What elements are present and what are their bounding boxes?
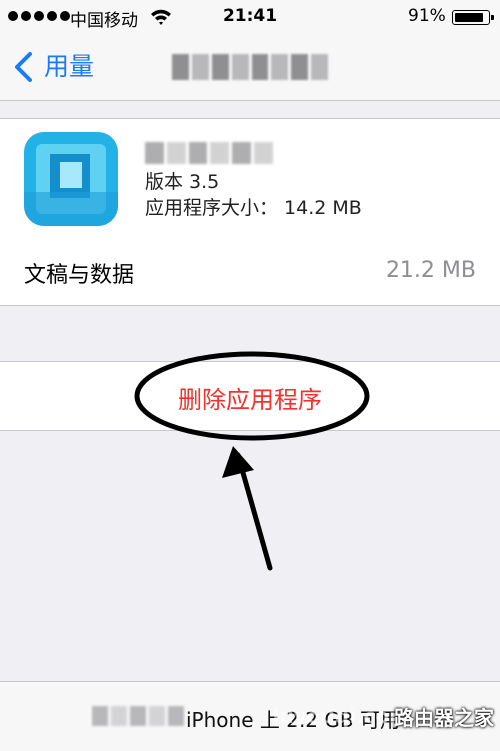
delete-app-label: 删除应用程序 [178,386,322,414]
app-name-redacted [145,142,273,164]
back-label: 用量 [44,52,95,81]
storage-footer: iPhone 上 2.2 GB 可用 luyouqi.com 路由器之家 [0,681,500,751]
battery-icon [452,10,494,25]
arrow-shaft [235,452,273,571]
app-size: 应用程序大小： 14.2 MB [145,197,362,219]
back-button[interactable]: 用量 [10,48,94,86]
documents-data-label: 文稿与数据 [24,263,135,288]
navigation-bar: 用量 [0,34,500,101]
chevron-left-icon [15,52,32,82]
battery-percent: 91% [408,6,446,26]
watermark-url: luyouqi.com [272,704,410,728]
delete-app-button[interactable]: 删除应用程序 [0,361,500,431]
app-info-section [0,118,500,238]
documents-data-value: 21.2 MB [385,258,476,283]
app-icon [24,132,118,226]
status-bar: 中国移动 21:41 91% [0,0,500,34]
device-name-redacted [92,706,184,726]
battery-fill [455,13,484,22]
nav-title-redacted [172,54,328,80]
documents-data-row: 文稿与数据 21.2 MB [0,237,500,306]
app-version: 版本 3.5 [145,171,220,193]
arrow-head-icon [222,446,254,478]
watermark-logo: 路由器之家 [394,706,494,730]
